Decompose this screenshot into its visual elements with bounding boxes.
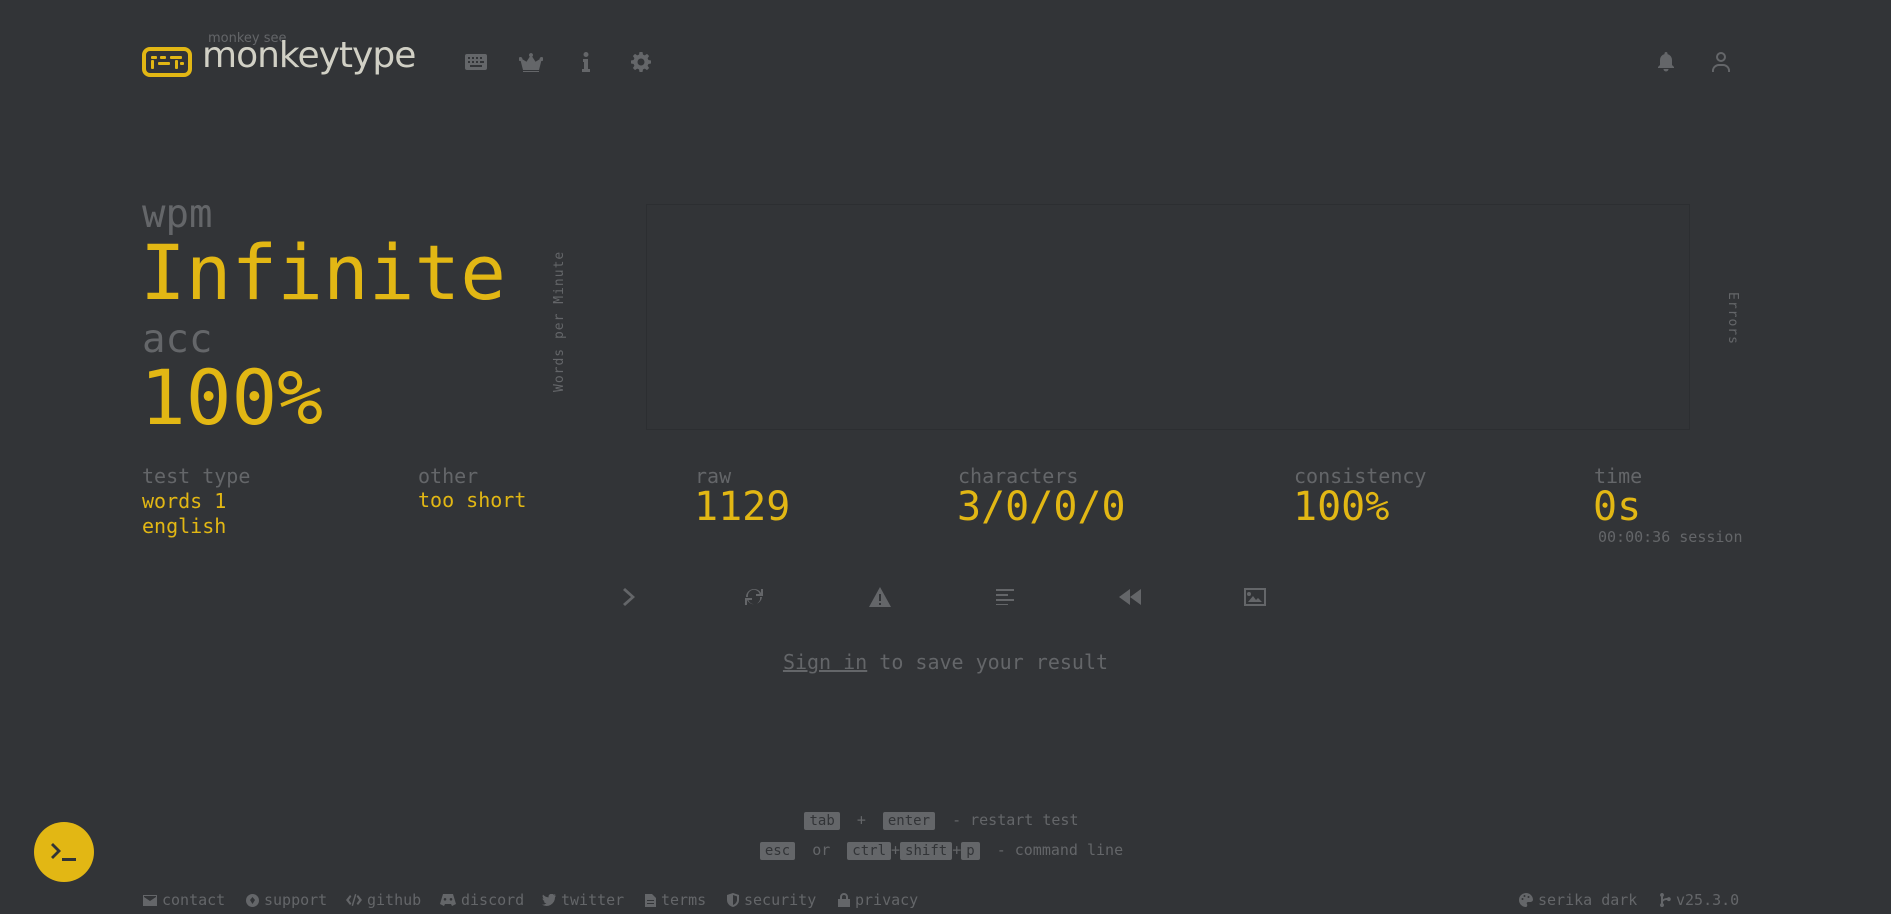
footer-terms[interactable]: terms (645, 891, 706, 909)
code-branch-icon (1660, 893, 1671, 907)
footer-version[interactable]: v25.3.0 (1660, 891, 1739, 909)
keyboard-icon[interactable] (462, 48, 490, 76)
footer-twitter[interactable]: twitter (542, 891, 624, 909)
session-time: 00:00:36 session (1598, 528, 1743, 546)
tip-text: - command line (996, 841, 1124, 859)
key-tab: tab (804, 812, 840, 830)
report-button[interactable] (864, 582, 896, 612)
results-page: monkey see monkeytype wpm Infinite acc 1… (0, 0, 1891, 914)
signin-prompt: Sign in to save your result (0, 650, 1891, 674)
donate-icon (246, 893, 259, 907)
test-type-label: test type (142, 464, 251, 488)
footer-security-label: security (744, 891, 817, 909)
logo-text[interactable]: monkeytype (202, 35, 416, 76)
wpm-value: Infinite (140, 228, 507, 317)
top-bar: monkey see monkeytype (142, 28, 1742, 98)
crown-icon[interactable] (517, 48, 545, 76)
wpm-chart (646, 204, 1690, 430)
document-icon (645, 893, 656, 907)
envelope-icon (143, 894, 157, 906)
chevron-right-icon (623, 588, 635, 606)
footer-github-label: github (367, 891, 422, 909)
logo-icon[interactable] (142, 47, 192, 77)
acc-value: 100% (140, 353, 324, 442)
tip-text: - restart test (952, 811, 1079, 829)
characters-value: 3/0/0/0 (957, 484, 1126, 530)
palette-icon (1519, 893, 1533, 907)
raw-value: 1129 (694, 484, 791, 530)
key-esc: esc (759, 842, 796, 860)
replay-button[interactable] (1114, 582, 1146, 612)
signin-link[interactable]: Sign in (783, 650, 867, 674)
user-icon[interactable] (1707, 48, 1735, 76)
plus-sign: + (891, 841, 901, 859)
key-ctrl: ctrl (847, 842, 891, 860)
code-icon (346, 894, 362, 906)
footer-discord[interactable]: discord (440, 891, 524, 909)
chart-y-axis-label: Words per Minute (552, 250, 567, 392)
align-left-icon (996, 589, 1014, 605)
other-value: too short (418, 488, 527, 512)
footer-github[interactable]: github (346, 891, 421, 909)
footer-contact-label: contact (162, 891, 226, 909)
signin-rest: to save your result (867, 650, 1109, 674)
footer-terms-label: terms (661, 891, 707, 909)
footer-security[interactable]: security (727, 891, 816, 909)
footer-contact[interactable]: contact (143, 891, 225, 909)
backward-icon (1119, 589, 1141, 605)
warning-icon (869, 587, 891, 607)
twitter-icon (542, 894, 556, 906)
restart-icon (745, 588, 763, 605)
restart-tip: tab + enter - restart test (0, 811, 1891, 830)
key-enter: enter (882, 812, 936, 830)
other-label: other (418, 464, 479, 488)
bell-icon[interactable] (1652, 48, 1680, 76)
screenshot-button[interactable] (1239, 582, 1271, 612)
words-history-button[interactable] (989, 582, 1021, 612)
time-value: 0s (1593, 484, 1642, 530)
terminal-icon (51, 843, 76, 861)
test-type-language: english (142, 514, 227, 538)
footer-privacy[interactable]: privacy (838, 891, 918, 909)
info-icon[interactable] (572, 48, 600, 76)
gear-icon[interactable] (627, 48, 655, 76)
image-icon (1244, 588, 1266, 606)
footer-version-label: v25.3.0 (1676, 891, 1740, 909)
footer-discord-label: discord (461, 891, 525, 909)
chart-errors-axis-label: Errors (1725, 292, 1740, 345)
key-p: p (961, 842, 980, 860)
or-text: or (812, 841, 831, 859)
footer-support[interactable]: support (246, 891, 327, 909)
consistency-value: 100% (1293, 484, 1390, 530)
footer-privacy-label: privacy (855, 891, 919, 909)
footer-twitter-label: twitter (561, 891, 625, 909)
footer-theme-label: serika dark (1538, 891, 1638, 909)
footer-support-label: support (264, 891, 328, 909)
test-type-value: words 1 (142, 489, 227, 513)
footer-theme[interactable]: serika dark (1519, 891, 1637, 909)
command-line-tip: esc or ctrl + shift + p - command line (0, 841, 1891, 860)
next-test-button[interactable] (613, 582, 645, 612)
key-shift: shift (900, 842, 953, 860)
shield-icon (727, 893, 739, 907)
restart-test-button[interactable] (738, 582, 770, 612)
lock-icon (838, 893, 850, 907)
discord-icon (440, 894, 456, 906)
plus-sign: + (952, 841, 962, 859)
command-line-button[interactable] (34, 822, 94, 882)
plus-sign: + (856, 811, 866, 829)
